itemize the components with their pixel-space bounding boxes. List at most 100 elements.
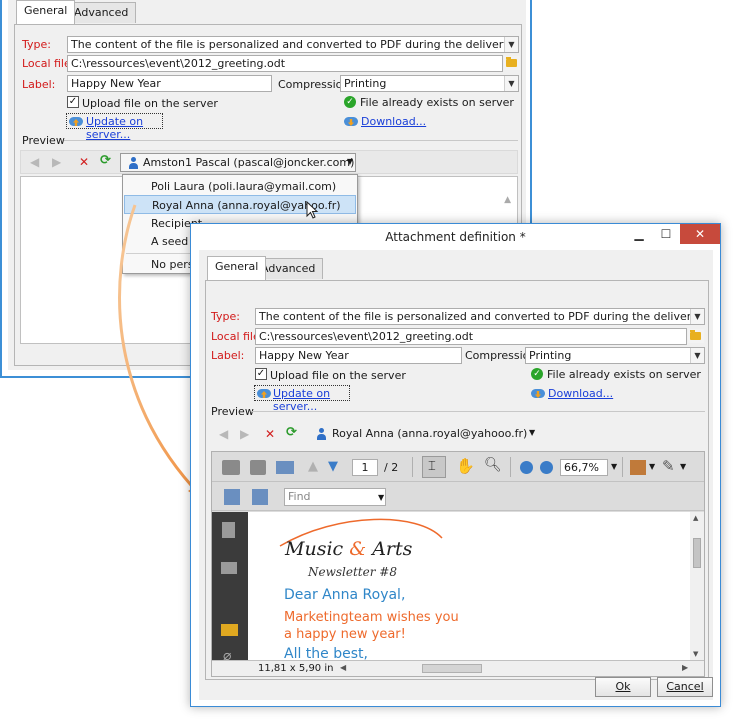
page-number-input[interactable]: 1 [352,459,378,476]
chevron-down-icon: ▼ [504,76,518,91]
arrow-left-icon[interactable]: ◀ [219,427,228,441]
pdf-viewer: ▲ ▼ 1 / 2 ⌶ ✋ 🔍︎ 66,7% ▼ ▼ ✎ ▼ Find ▼ ⌀ … [211,451,705,677]
label-input[interactable]: Happy New Year [67,75,272,92]
page-up-icon[interactable]: ▲ [308,459,318,474]
cloud-upload-icon [69,115,83,127]
arrow-right-icon[interactable]: ▶ [52,155,61,169]
label-label: Label: [211,349,245,362]
cloud-upload-icon [257,387,271,399]
type-label: Type: [22,38,51,51]
type-select[interactable]: The content of the file is personalized … [67,36,519,53]
local-file-value: C:\ressources\event\2012_greeting.odt [71,57,286,70]
upload-label: Upload file on the server [82,97,218,110]
upload-checkbox[interactable]: ✓ [255,368,267,380]
page-down-icon[interactable]: ▼ [328,459,338,474]
local-file-input[interactable]: C:\ressources\event\2012_greeting.odt [67,55,503,72]
fit-page-icon[interactable] [252,489,268,505]
mouse-pointer-icon [306,201,319,219]
zoom-in-icon[interactable] [540,461,553,474]
compression-value: Printing [344,77,387,90]
download-link[interactable]: Download... [548,387,613,400]
update-on-server-button[interactable]: Update on server... [66,113,163,141]
delete-icon[interactable]: ✕ [79,155,89,169]
cloud-download-icon [344,115,358,127]
arrow-right-icon[interactable]: ▶ [240,427,249,441]
type-label: Type: [211,310,240,323]
dropdown-item[interactable]: Poli Laura (poli.laura@ymail.com) [124,177,356,196]
scroll-left-icon[interactable]: ◀ [340,663,346,672]
preview-label: Preview [211,405,254,418]
compression-select[interactable]: Printing ▼ [525,347,705,364]
tab-general[interactable]: General [207,256,267,280]
email-icon[interactable] [276,461,294,474]
find-input[interactable]: Find [284,488,386,506]
ok-button[interactable]: Ok [595,677,651,697]
scroll-up-icon[interactable]: ▲ [693,514,698,522]
chevron-down-icon: ▼ [378,493,385,502]
binoculars-icon[interactable] [221,562,237,574]
chevron-down-icon: ▼ [690,348,704,363]
comments-icon[interactable] [221,624,238,636]
save-icon[interactable] [250,460,266,475]
scroll-thumb[interactable] [693,538,701,568]
zoom-out-icon[interactable] [520,461,533,474]
recipient-select[interactable]: Amston1 Pascal (pascal@joncker.com) ▼ [120,153,356,172]
chevron-down-icon: ▼ [649,462,656,471]
refresh-icon[interactable]: ⟳ [286,425,297,440]
download-link[interactable]: Download... [361,115,426,128]
pdf-toolbar-main: ▲ ▼ 1 / 2 ⌶ ✋ 🔍︎ 66,7% ▼ ▼ ✎ ▼ [212,452,704,482]
message-line-1a: Marketing [284,610,349,625]
page-total: / 2 [384,461,399,474]
folder-icon[interactable] [504,56,520,70]
check-circle-icon: ✓ [531,368,543,380]
update-link-label: Update on server... [86,115,144,141]
chevron-down-icon: ▼ [690,309,704,324]
print-icon[interactable] [222,460,240,475]
close-icon[interactable]: ✕ [680,224,720,244]
pages-icon[interactable] [222,522,235,538]
message-line-1: Marketingteam wishes you [284,610,459,625]
tab-label: General [24,4,68,17]
arrow-left-icon[interactable]: ◀ [30,155,39,169]
chevron-down-icon: ▼ [529,428,536,437]
pdf-side-panel: ⌀ [212,512,248,664]
page-size-label: 11,81 x 5,90 in [258,663,334,674]
type-select[interactable]: The content of the file is personalized … [255,308,705,325]
recipient-select[interactable]: Royal Anna (anna.royal@yahooo.fr) ▼ [307,424,537,443]
compression-select[interactable]: Printing ▼ [340,75,519,92]
update-link-label: Update on server... [273,387,331,413]
vertical-scrollbar[interactable]: ▲ ▼ [690,512,704,660]
fit-width-icon[interactable] [224,489,240,505]
folder-icon[interactable] [688,329,704,343]
hand-tool-icon[interactable]: ✋ [456,457,475,475]
tab-general[interactable]: General [16,0,76,24]
sign-tool-icon[interactable] [630,460,646,475]
upload-label: Upload file on the server [270,369,406,382]
zoom-select[interactable]: 66,7% [560,459,608,476]
pdf-status-bar: 11,81 x 5,90 in ◀ ▶ [212,660,704,676]
chevron-down-icon: ▼ [346,157,353,166]
maximize-icon[interactable]: ☐ [653,224,679,244]
scroll-down-icon[interactable]: ▼ [693,650,698,658]
cloud-download-icon [531,387,545,399]
minimize-icon[interactable]: ▁ [626,224,652,244]
label-value: Happy New Year [259,349,349,362]
scroll-right-icon[interactable]: ▶ [682,663,688,672]
message-line-1b: team wishes you [348,610,459,625]
newsletter-label: Newsletter #8 [308,565,397,579]
file-exists-status: File already exists on server [547,368,701,381]
refresh-icon[interactable]: ⟳ [100,153,111,168]
update-on-server-button[interactable]: Update on server... [254,385,350,413]
select-tool-icon[interactable]: ⌶ [422,456,446,478]
upload-checkbox[interactable]: ✓ [67,96,79,108]
pen-tool-icon[interactable]: ✎ [662,457,675,475]
tab-advanced[interactable]: Advanced [66,2,137,23]
cancel-button[interactable]: Cancel [657,677,713,697]
zoom-tool-icon[interactable]: 🔍︎ [484,457,502,473]
delete-icon[interactable]: ✕ [265,427,275,441]
local-file-input[interactable]: C:\ressources\event\2012_greeting.odt [255,328,687,345]
scroll-up-icon[interactable]: ▲ [504,195,511,205]
horizontal-scroll-thumb[interactable] [422,664,482,673]
recipient-selected: Amston1 Pascal (pascal@joncker.com) [143,156,355,169]
label-input[interactable]: Happy New Year [255,347,462,364]
